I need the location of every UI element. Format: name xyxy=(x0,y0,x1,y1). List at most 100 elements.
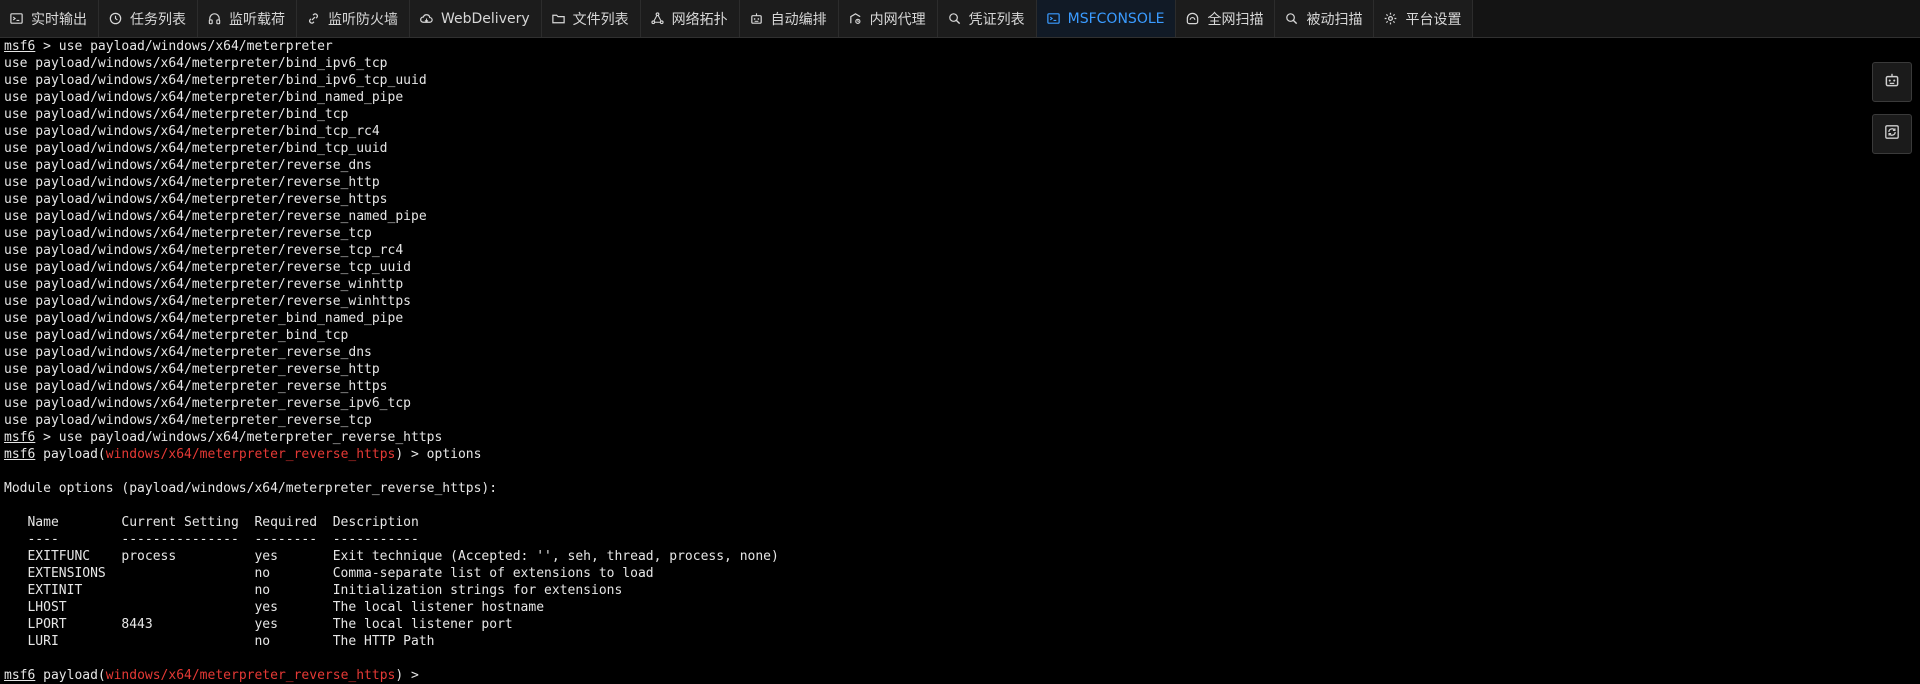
tab-label: 文件列表 xyxy=(572,11,629,28)
terminal-line: EXTENSIONS no Comma-separate list of ext… xyxy=(4,565,1876,582)
folder-icon xyxy=(551,11,566,26)
terminal-line: use payload/windows/x64/meterpreter_reve… xyxy=(4,361,1876,378)
line-text: use payload/windows/x64/meterpreter_reve… xyxy=(4,362,380,377)
terminal-line: use payload/windows/x64/meterpreter/reve… xyxy=(4,174,1876,191)
tab-bar: 实时输出 任务列表 监听载荷 监听防火墙 WebDelivery 文件列表 网络拓扑 自动编排… xyxy=(0,0,1920,38)
line-text: use payload/windows/x64/meterpreter_reve… xyxy=(4,396,411,411)
line-text: use payload/windows/x64/meterpreter_reve… xyxy=(4,413,372,428)
headphones-icon xyxy=(207,11,222,26)
line-text: use payload/windows/x64/meterpreter/bind… xyxy=(4,56,388,71)
tab-label: 被动扫描 xyxy=(1306,11,1363,28)
line-text: use payload/windows/x64/meterpreter/reve… xyxy=(4,175,380,190)
prompt-prefix: payload( xyxy=(35,668,106,683)
terminal-line: use payload/windows/x64/meterpreter/reve… xyxy=(4,157,1876,174)
terminal-line: msf6 payload(windows/x64/meterpreter_rev… xyxy=(4,446,1876,463)
module-name: windows/x64/meterpreter_reverse_https xyxy=(105,447,396,462)
proxy-icon xyxy=(848,11,863,26)
line-text: LHOST yes The local listener hostname xyxy=(4,600,545,615)
tab-label: 自动编排 xyxy=(770,11,827,28)
key-search-icon xyxy=(947,11,962,26)
clock-icon xyxy=(108,11,123,26)
terminal-line: use payload/windows/x64/meterpreter/reve… xyxy=(4,208,1876,225)
line-text: use payload/windows/x64/meterpreter/bind… xyxy=(4,107,349,122)
line-text: use payload/windows/x64/meterpreter/bind… xyxy=(4,124,380,139)
tab-2[interactable]: 任务列表 xyxy=(99,0,198,37)
tab-label: 监听防火墙 xyxy=(328,11,398,28)
line-text: EXTINIT no Initialization strings for ex… xyxy=(4,583,623,598)
msf-terminal[interactable]: msf6 > use payload/windows/x64/meterpret… xyxy=(0,38,1880,684)
search-icon xyxy=(1284,11,1299,26)
tab-9[interactable]: 内网代理 xyxy=(838,0,938,37)
terminal-line: use payload/windows/x64/meterpreter/reve… xyxy=(4,225,1876,242)
tab-13[interactable]: 被动扫描 xyxy=(1275,0,1375,37)
line-text: use payload/windows/x64/meterpreter/reve… xyxy=(4,243,404,258)
tab-label: 凭证列表 xyxy=(968,11,1025,28)
tab-14[interactable]: 平台设置 xyxy=(1374,0,1474,37)
line-text: ---- --------------- -------- ----------… xyxy=(4,532,419,547)
terminal-line: use payload/windows/x64/meterpreter/reve… xyxy=(4,259,1876,276)
terminal-line: use payload/windows/x64/meterpreter/reve… xyxy=(4,276,1876,293)
line-text: use payload/windows/x64/meterpreter_bind… xyxy=(4,328,349,343)
terminal-line: use payload/windows/x64/meterpreter_bind… xyxy=(4,310,1876,327)
line-text: use payload/windows/x64/meterpreter/reve… xyxy=(4,260,411,275)
gear-icon xyxy=(1383,11,1398,26)
line-text: use payload/windows/x64/meterpreter/reve… xyxy=(4,209,427,224)
tab-7[interactable]: 网络拓扑 xyxy=(640,0,740,37)
terminal-line: use payload/windows/x64/meterpreter_reve… xyxy=(4,378,1876,395)
msf-prompt: msf6 xyxy=(4,430,36,445)
tab-label: 平台设置 xyxy=(1405,11,1462,28)
line-text: use payload/windows/x64/meterpreter/reve… xyxy=(4,294,411,309)
robot-button[interactable] xyxy=(1872,62,1912,102)
terminal-line: use payload/windows/x64/meterpreter/bind… xyxy=(4,106,1876,123)
line-text: Module options (payload/windows/x64/mete… xyxy=(4,481,498,496)
tab-3[interactable]: 监听载荷 xyxy=(198,0,297,37)
tab-6[interactable]: 文件列表 xyxy=(541,0,641,37)
terminal-line: Name Current Setting Required Descriptio… xyxy=(4,514,1876,531)
line-text: EXITFUNC process yes Exit technique (Acc… xyxy=(4,549,779,564)
link-icon xyxy=(306,11,321,26)
msf-prompt: msf6 xyxy=(4,668,36,683)
robot-icon xyxy=(1883,71,1901,93)
terminal-line: use payload/windows/x64/meterpreter_reve… xyxy=(4,395,1876,412)
tab-11-active[interactable]: MSFCONSOLE xyxy=(1036,0,1177,37)
terminal-line: use payload/windows/x64/meterpreter/bind… xyxy=(4,140,1876,157)
terminal-icon xyxy=(9,11,24,26)
terminal-line: use payload/windows/x64/meterpreter/reve… xyxy=(4,293,1876,310)
line-text: use payload/windows/x64/meterpreter_reve… xyxy=(4,345,372,360)
tab-12[interactable]: 全网扫描 xyxy=(1176,0,1276,37)
terminal-line: use payload/windows/x64/meterpreter/reve… xyxy=(4,242,1876,259)
terminal-line: msf6 > use payload/windows/x64/meterpret… xyxy=(4,38,1876,55)
terminal-line: use payload/windows/x64/meterpreter_reve… xyxy=(4,412,1876,429)
tab-4[interactable]: 监听防火墙 xyxy=(297,0,410,37)
tab-label: MSFCONSOLE xyxy=(1067,10,1165,27)
line-text: use payload/windows/x64/meterpreter/bind… xyxy=(4,141,388,156)
line-text: use payload/windows/x64/meterpreter/bind… xyxy=(4,90,404,105)
tab-label: 网络拓扑 xyxy=(671,11,728,28)
tab-10[interactable]: 凭证列表 xyxy=(937,0,1037,37)
tab-label: 任务列表 xyxy=(130,11,186,28)
line-text: use payload/windows/x64/meterpreter/bind… xyxy=(4,73,427,88)
refresh-button[interactable] xyxy=(1872,114,1912,154)
tab-label: 实时输出 xyxy=(31,11,87,28)
prompt-prefix: payload( xyxy=(35,447,106,462)
tab-label: 监听载荷 xyxy=(229,11,285,28)
line-text: Name Current Setting Required Descriptio… xyxy=(4,515,419,530)
terminal-line: use payload/windows/x64/meterpreter/reve… xyxy=(4,191,1876,208)
terminal-line: use payload/windows/x64/meterpreter_reve… xyxy=(4,344,1876,361)
tab-1[interactable]: 实时输出 xyxy=(0,0,99,37)
msf-prompt: msf6 xyxy=(4,39,36,54)
terminal-line: msf6 > use payload/windows/x64/meterpret… xyxy=(4,429,1876,446)
tab-8[interactable]: 自动编排 xyxy=(739,0,839,37)
module-name: windows/x64/meterpreter_reverse_https xyxy=(105,668,396,683)
line-text: use payload/windows/x64/meterpreter/reve… xyxy=(4,277,404,292)
line-text: > use payload/windows/x64/meterpreter_re… xyxy=(35,430,443,445)
line-text: use payload/windows/x64/meterpreter/reve… xyxy=(4,226,372,241)
line-text: > use payload/windows/x64/meterpreter xyxy=(35,39,333,54)
terminal-line: use payload/windows/x64/meterpreter/bind… xyxy=(4,89,1876,106)
terminal-line: LURI no The HTTP Path xyxy=(4,633,1876,650)
radar-icon xyxy=(1185,11,1200,26)
tab-5[interactable]: WebDelivery xyxy=(410,0,542,37)
console-icon xyxy=(1046,11,1061,26)
refresh-icon xyxy=(1883,123,1901,145)
